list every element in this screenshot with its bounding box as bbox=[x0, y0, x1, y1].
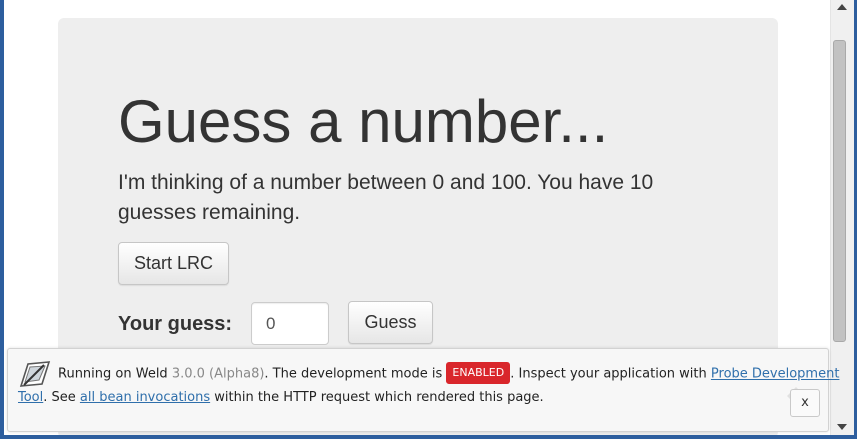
guess-input[interactable] bbox=[251, 302, 329, 345]
guess-label: Your guess: bbox=[118, 313, 233, 335]
weld-dev-mode-bar: Running on Weld 3.0.0 (Alpha8). The deve… bbox=[7, 348, 839, 432]
bean-invocations-link[interactable]: all bean invocations bbox=[80, 390, 210, 405]
probe-tool-link-continued[interactable]: Tool bbox=[18, 390, 43, 405]
dev-bar-line-2: Tool. See all bean invocations within th… bbox=[18, 388, 544, 408]
dev-bar-line-1: Running on Weld 3.0.0 (Alpha8). The deve… bbox=[58, 362, 840, 385]
inspect-text: . Inspect your application with bbox=[510, 366, 707, 382]
guess-button[interactable]: Guess bbox=[348, 301, 433, 344]
window-frame-bottom bbox=[0, 435, 857, 439]
start-lrc-button[interactable]: Start LRC bbox=[118, 242, 229, 285]
dev-mode-text: . The development mode is bbox=[264, 366, 443, 382]
close-icon[interactable]: x bbox=[790, 389, 820, 417]
enabled-badge: ENABLED bbox=[446, 362, 511, 384]
scrollbar-thumb[interactable] bbox=[833, 40, 846, 342]
scroll-up-arrow-icon[interactable] bbox=[837, 4, 847, 10]
scroll-down-arrow-icon[interactable] bbox=[837, 424, 847, 430]
running-on-text: Running on Weld bbox=[58, 366, 168, 382]
weld-version: 3.0.0 (Alpha8) bbox=[171, 366, 265, 382]
probe-tool-link[interactable]: Probe Development bbox=[711, 367, 840, 382]
page-title: Guess a number... bbox=[118, 88, 609, 155]
see-text: . See bbox=[43, 390, 76, 405]
weld-logo-icon bbox=[19, 361, 51, 387]
request-text: within the HTTP request which rendered t… bbox=[214, 390, 544, 405]
game-description: I'm thinking of a number between 0 and 1… bbox=[118, 171, 654, 224]
